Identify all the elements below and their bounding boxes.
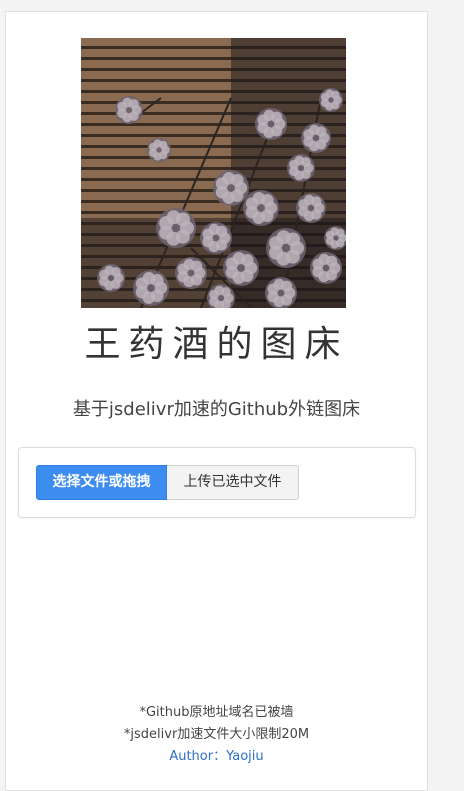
dried-flowers-image (81, 38, 346, 308)
page-subtitle: 基于jsdelivr加速的Github外链图床 (72, 399, 361, 420)
page-container: 王药酒的图床 基于jsdelivr加速的Github外链图床 选择文件或拖拽 上… (5, 11, 428, 791)
author-line: Author：Yaojiu (6, 746, 427, 768)
header-image (81, 38, 346, 308)
choose-file-button[interactable]: 选择文件或拖拽 (36, 465, 167, 500)
upload-panel: 选择文件或拖拽 上传已选中文件 (18, 447, 416, 518)
footer-note-github-blocked: *Github原地址域名已被墙 (139, 705, 294, 720)
footer-note-size-limit: *jsdelivr加速文件大小限制20M (123, 727, 310, 742)
author-link[interactable]: Yaojiu (226, 749, 264, 764)
upload-selected-button[interactable]: 上传已选中文件 (167, 465, 299, 500)
page-title: 王药酒的图床 (84, 324, 349, 365)
author-prefix: Author： (169, 749, 227, 764)
footer: *Github原地址域名已被墙 *jsdelivr加速文件大小限制20M Aut… (6, 702, 427, 768)
